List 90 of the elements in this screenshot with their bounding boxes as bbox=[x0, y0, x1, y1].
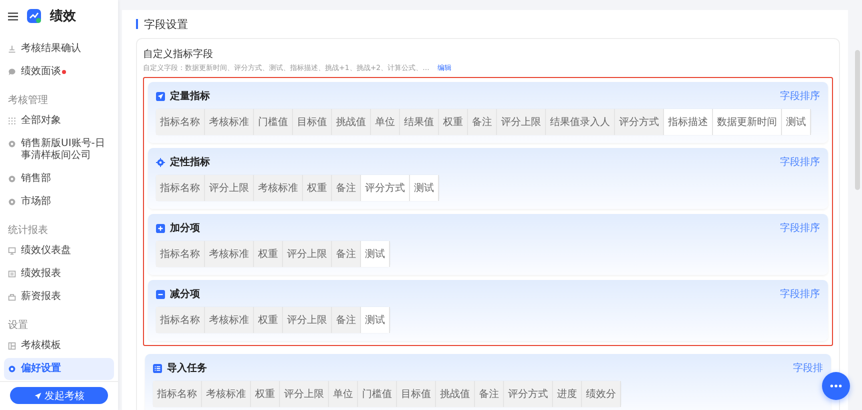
sidebar-item[interactable]: 考核结果确认 bbox=[4, 38, 114, 60]
sidebar-item[interactable]: 绩效面谈 bbox=[4, 61, 114, 83]
field-chip: 数据更新时间 bbox=[713, 109, 782, 135]
template-icon bbox=[8, 342, 16, 350]
field-chip: 门槛值 bbox=[254, 109, 293, 135]
field-chip: 评分方式 bbox=[504, 381, 553, 407]
section-title: 加分项 bbox=[170, 222, 200, 235]
field-chip: 单位 bbox=[371, 109, 400, 135]
scrollbar-thumb[interactable] bbox=[854, 50, 860, 190]
custom-fields-title: 自定义指标字段 bbox=[143, 48, 214, 61]
field-chip: 权重 bbox=[303, 175, 332, 201]
field-chip: 指标名称 bbox=[153, 381, 202, 407]
menu-icon[interactable] bbox=[8, 12, 18, 20]
field-chip: 权重 bbox=[254, 307, 283, 333]
field-chip: 指标描述 bbox=[664, 109, 713, 135]
sidebar-group-label: 设置 bbox=[7, 318, 29, 333]
field-chip: 目标值 bbox=[397, 381, 436, 407]
start-review-button[interactable]: 发起考核 bbox=[10, 387, 108, 404]
gear-icon bbox=[8, 365, 16, 373]
more-icon bbox=[830, 384, 842, 388]
field-chip: 门槛值 bbox=[358, 381, 397, 407]
app-logo-icon bbox=[26, 8, 42, 24]
send-icon bbox=[34, 392, 42, 400]
field-chip: 结果值 bbox=[400, 109, 439, 135]
send-icon bbox=[156, 92, 165, 100]
list-icon bbox=[153, 364, 162, 372]
sidebar-item[interactable]: 全部对象 bbox=[4, 110, 114, 132]
grid-icon bbox=[8, 117, 16, 125]
field-chip: 目标值 bbox=[293, 109, 332, 135]
field-chip: 评分方式 bbox=[615, 109, 664, 135]
sidebar-item[interactable]: 销售新版UI账号-日事清样板间公司 bbox=[4, 133, 114, 167]
report-icon bbox=[8, 270, 16, 278]
section-title: 定量指标 bbox=[170, 89, 210, 103]
field-chip: 评分上限 bbox=[497, 109, 546, 135]
field-chip: 备注 bbox=[332, 175, 361, 201]
field-chip: 指标名称 bbox=[156, 109, 205, 135]
org-icon bbox=[8, 140, 16, 148]
sidebar-item[interactable]: 偏好设置 bbox=[4, 358, 114, 380]
field-chip: 考核标准 bbox=[202, 381, 251, 407]
org-icon bbox=[8, 175, 16, 183]
field-chip: 评分上限 bbox=[283, 241, 332, 267]
field-chip: 备注 bbox=[332, 307, 361, 333]
field-chip: 备注 bbox=[475, 381, 504, 407]
app-title: 绩效 bbox=[50, 8, 76, 25]
field-chip: 备注 bbox=[332, 241, 361, 267]
sidebar-group-label: 统计报表 bbox=[7, 224, 49, 238]
sidebar-item[interactable]: 考核模板 bbox=[4, 335, 114, 357]
field-chip: 测试 bbox=[410, 175, 439, 201]
field-chip: 测试 bbox=[361, 307, 390, 333]
field-chip: 考核标准 bbox=[205, 241, 254, 267]
section-title: 定性指标 bbox=[170, 155, 210, 169]
field-chip: 考核标准 bbox=[254, 175, 303, 201]
field-chip: 单位 bbox=[329, 381, 358, 407]
field-chip: 挑战值 bbox=[332, 109, 371, 135]
field-chip: 考核标准 bbox=[205, 307, 254, 333]
field-chip: 备注 bbox=[468, 109, 497, 135]
org-icon bbox=[8, 198, 16, 206]
field-chip: 评分上限 bbox=[205, 175, 254, 201]
field-chip: 评分上限 bbox=[283, 307, 332, 333]
page-title: 字段设置 bbox=[144, 16, 188, 32]
field-chip: 指标名称 bbox=[156, 241, 205, 267]
field-chip: 测试 bbox=[782, 109, 811, 135]
field-chip: 指标名称 bbox=[156, 175, 205, 201]
field-chip: 结果值录入人 bbox=[546, 109, 615, 135]
target-icon bbox=[156, 158, 165, 166]
sidebar-item[interactable]: 市场部 bbox=[4, 191, 114, 213]
chat-icon bbox=[8, 68, 16, 76]
sidebar-item[interactable]: 绩效仪表盘 bbox=[4, 240, 114, 262]
field-chip: 指标名称 bbox=[156, 307, 205, 333]
section-title: 导入任务 bbox=[167, 362, 207, 375]
sidebar-item[interactable]: 薪资报表 bbox=[4, 286, 114, 308]
wallet-icon bbox=[8, 293, 16, 301]
minus-icon bbox=[156, 290, 165, 298]
field-chip: 评分上限 bbox=[280, 381, 329, 407]
field-chip: 权重 bbox=[439, 109, 468, 135]
sidebar-item[interactable]: 绩效报表 bbox=[4, 263, 114, 285]
field-chip: 评分方式 bbox=[361, 175, 410, 201]
field-chip: 绩效分 bbox=[582, 381, 621, 407]
section-title: 减分项 bbox=[170, 288, 200, 301]
field-chip: 测试 bbox=[361, 241, 390, 267]
monitor-icon bbox=[8, 247, 16, 255]
field-chip: 权重 bbox=[251, 381, 280, 407]
field-chip: 挑战值 bbox=[436, 381, 475, 407]
field-chip: 权重 bbox=[254, 241, 283, 267]
confirm-icon bbox=[8, 45, 16, 53]
sidebar-item[interactable]: 销售部 bbox=[4, 168, 114, 190]
field-chip: 考核标准 bbox=[205, 109, 254, 135]
field-chip: 进度 bbox=[553, 381, 582, 407]
sidebar-group-label: 考核管理 bbox=[7, 94, 49, 108]
plus-icon bbox=[156, 224, 165, 232]
